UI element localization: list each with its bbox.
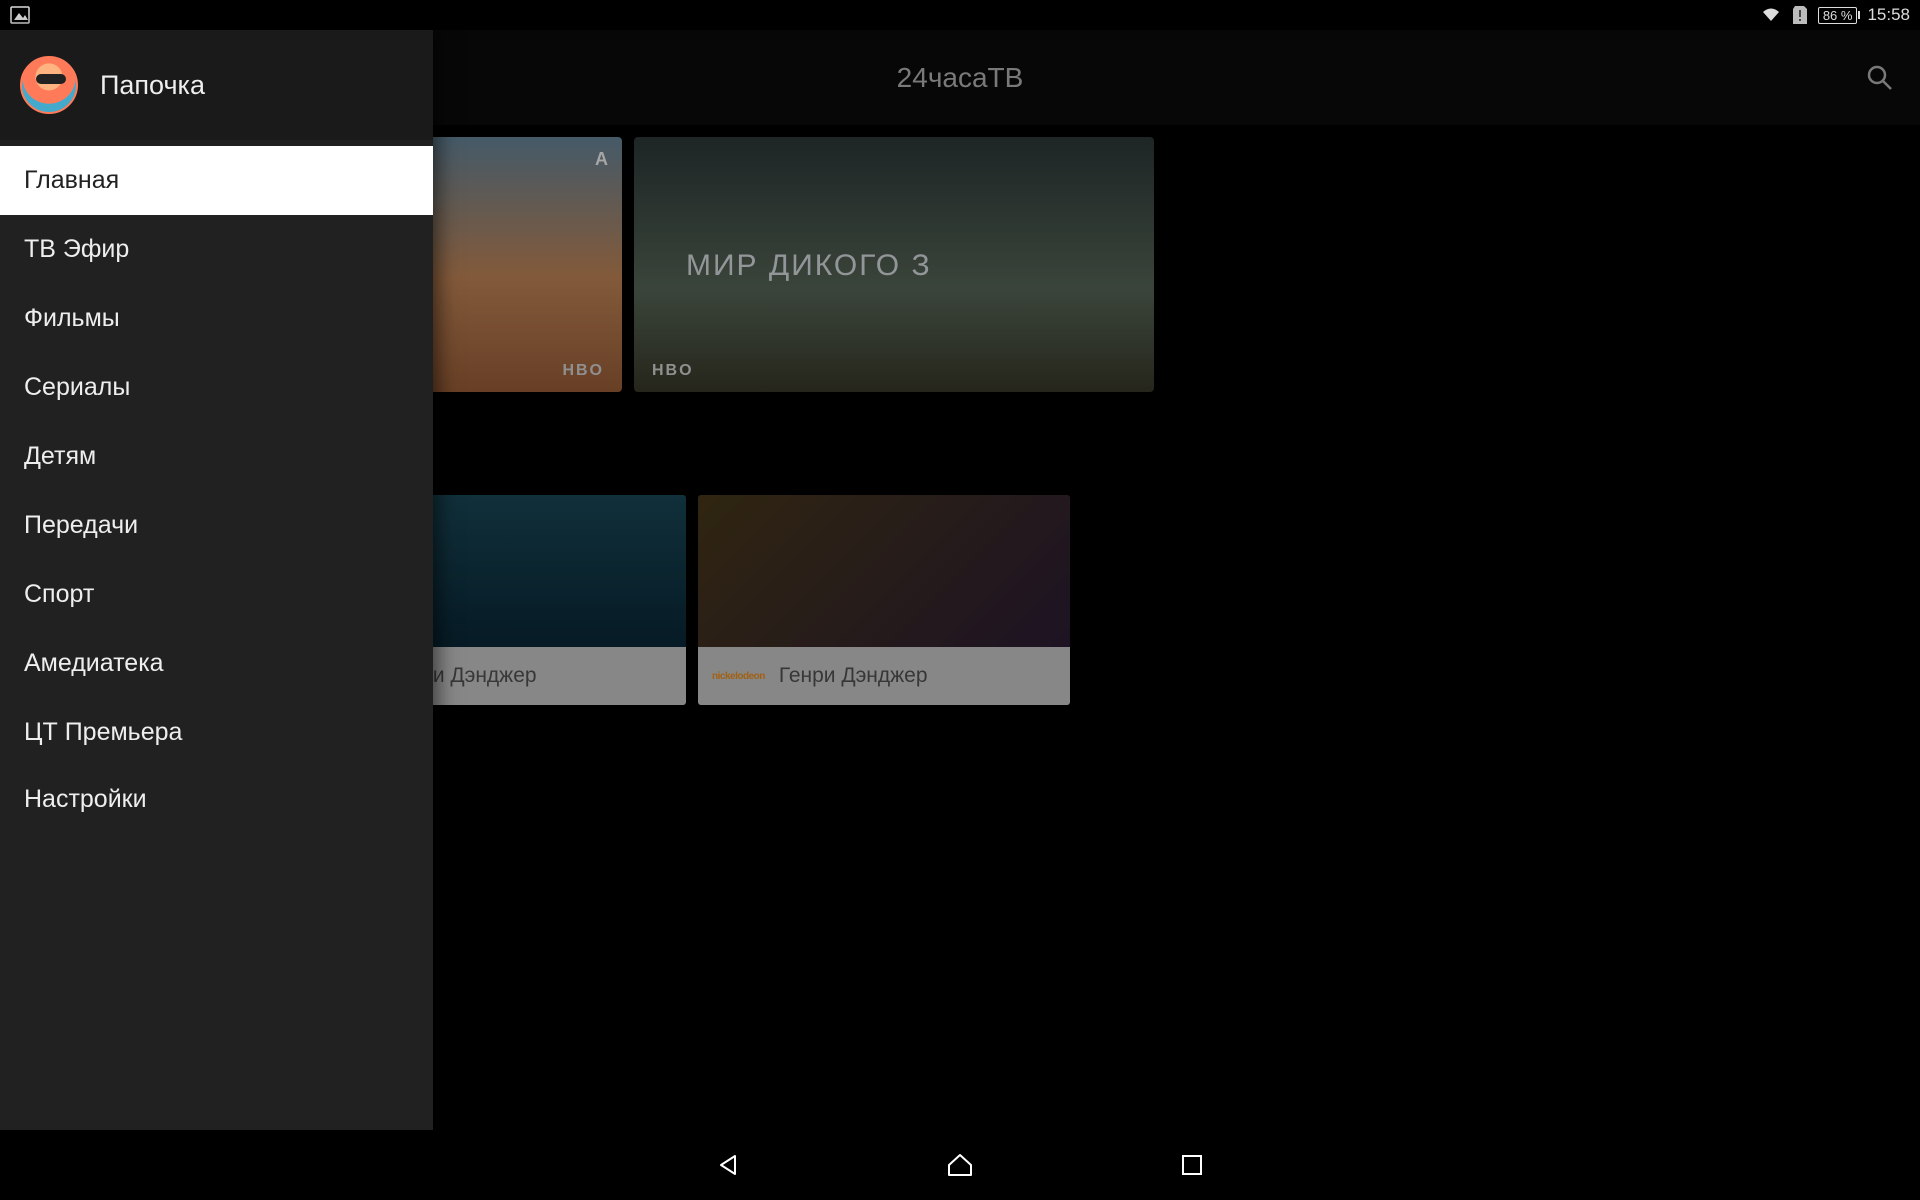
drawer-menu: Главная ТВ Эфир Фильмы Сериалы Детям Пер… [0, 140, 433, 1130]
system-nav-bar [0, 1130, 1920, 1200]
menu-item-series[interactable]: Сериалы [0, 353, 433, 422]
menu-item-premiere[interactable]: ЦТ Премьера [0, 698, 433, 767]
menu-item-sport[interactable]: Спорт [0, 560, 433, 629]
username: Папочка [100, 70, 205, 101]
triangle-back-icon [715, 1152, 741, 1178]
menu-item-tvlive[interactable]: ТВ Эфир [0, 215, 433, 284]
home-button[interactable] [944, 1149, 976, 1181]
picture-icon [10, 6, 30, 24]
menu-item-kids[interactable]: Детям [0, 422, 433, 491]
status-bar: 86 % 15:58 [0, 0, 1920, 30]
nav-drawer: Папочка Главная ТВ Эфир Фильмы Сериалы Д… [0, 30, 433, 1130]
back-button[interactable] [712, 1149, 744, 1181]
menu-item-settings[interactable]: Настройки [0, 767, 433, 817]
square-recents-icon [1180, 1153, 1204, 1177]
drawer-header[interactable]: Папочка [0, 30, 433, 140]
menu-item-main[interactable]: Главная [0, 146, 433, 215]
recents-button[interactable] [1176, 1149, 1208, 1181]
menu-item-amedia[interactable]: Амедиатека [0, 629, 433, 698]
menu-item-shows[interactable]: Передачи [0, 491, 433, 560]
menu-item-movies[interactable]: Фильмы [0, 284, 433, 353]
wifi-icon [1760, 6, 1782, 24]
sd-warning-icon [1792, 5, 1808, 25]
battery-indicator: 86 % [1818, 7, 1858, 24]
clock: 15:58 [1867, 5, 1910, 25]
avatar [20, 56, 78, 114]
home-icon [946, 1151, 974, 1179]
